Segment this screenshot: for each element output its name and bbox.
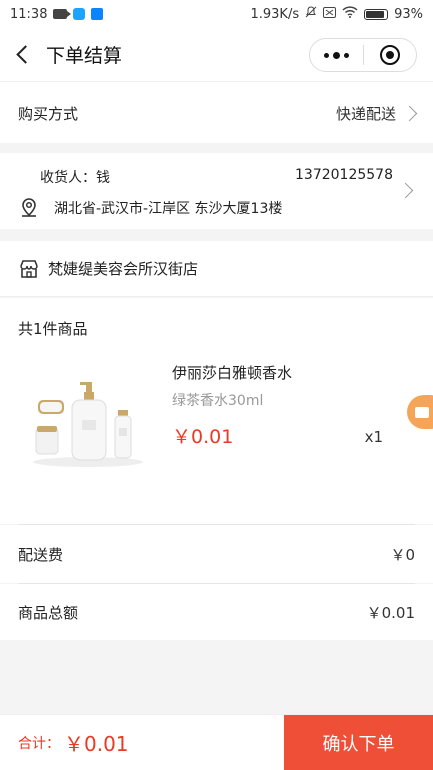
shipping-fee-value: ￥0 (390, 545, 415, 564)
address-detail: 湖北省-武汉市-江岸区 东沙大厦13楼 (54, 201, 283, 217)
status-bar: 11:38 1.93K/s 93% (0, 0, 433, 28)
product-price: ￥0.01 (172, 426, 234, 448)
subtotal-row: 商品总额 ￥0.01 (0, 584, 433, 640)
shipping-fee-row: 配送费 ￥0 (0, 525, 433, 583)
mute-icon (305, 6, 317, 22)
recipient-phone: 13720125578 (295, 167, 393, 183)
address-card[interactable]: 收货人：钱 13720125578 湖北省-武汉市-江岸区 东沙大厦13楼 (0, 153, 433, 229)
wifi-icon (342, 6, 358, 22)
network-speed: 1.93K/s (250, 6, 300, 22)
divider (18, 524, 415, 525)
store-icon (18, 258, 40, 280)
chevron-right-icon (401, 105, 418, 121)
total-label: 合计： (18, 735, 60, 752)
subtotal-value: ￥0.01 (366, 603, 415, 622)
goods-section: 共1件商品 伊丽莎白雅顿香水 绿茶香水30ml ￥0.01 x1 (0, 298, 433, 524)
product-spec: 绿茶香水30ml (172, 393, 264, 409)
store-name: 梵婕缇美容会所汉街店 (48, 260, 199, 278)
product-image[interactable] (28, 380, 148, 470)
battery-icon (364, 8, 389, 20)
total-value: ￥0.01 (64, 732, 129, 756)
store-header: 梵婕缇美容会所汉街店 (0, 241, 433, 297)
back-button[interactable] (0, 28, 44, 82)
checkout-bar: 合计： ￥0.01 确认下单 (0, 714, 433, 770)
chevron-right-icon (397, 182, 414, 199)
recipient-name: 收货人：钱 (40, 170, 110, 186)
close-mini-program-icon (379, 45, 400, 65)
mini-program-capsule (309, 38, 417, 72)
shipping-fee-label: 配送费 (18, 545, 64, 564)
subtotal-label: 商品总额 (18, 603, 79, 622)
purchase-method-value: 快递配送 (335, 104, 396, 123)
goods-count: 共1件商品 (18, 320, 88, 338)
confirm-order-button[interactable]: 确认下单 (284, 715, 433, 770)
video-call-icon (415, 406, 429, 418)
battery-level: 93% (394, 6, 423, 22)
nav-bar: 下单结算 (0, 28, 433, 82)
app-notification-icon (73, 8, 86, 20)
video-call-button[interactable] (407, 395, 433, 429)
product-quantity: x1 (364, 428, 383, 446)
back-icon (15, 45, 35, 64)
status-time: 11:38 (10, 6, 48, 22)
sim-icon (323, 6, 337, 22)
location-pin-icon (18, 197, 40, 219)
product-name: 伊丽莎白雅顿香水 (172, 364, 293, 382)
more-button[interactable] (310, 38, 363, 72)
purchase-method-row[interactable]: 购买方式 快递配送 (0, 83, 433, 143)
page-title: 下单结算 (46, 45, 123, 67)
app-notification-icon-2 (91, 8, 104, 20)
more-icon (323, 52, 329, 58)
camera-notification-icon (53, 9, 72, 19)
close-mini-program-button[interactable] (363, 38, 416, 72)
purchase-method-label: 购买方式 (18, 104, 79, 123)
